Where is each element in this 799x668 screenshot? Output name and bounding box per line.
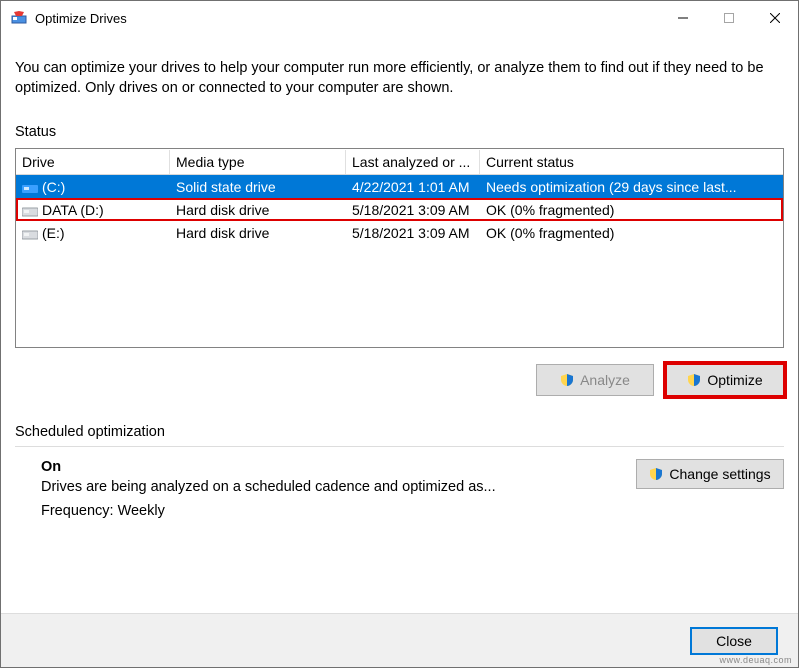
optimize-drives-window: { "titlebar": { "title": "Optimize Drive… — [0, 0, 799, 668]
analyze-button[interactable]: Analyze — [536, 364, 654, 396]
drive-name: (C:) — [42, 179, 65, 195]
close-window-button[interactable] — [752, 3, 798, 33]
drive-icon — [22, 204, 38, 216]
drive-row[interactable]: DATA (D:) Hard disk drive 5/18/2021 3:09… — [16, 198, 783, 221]
scheduled-line2: Frequency: Weekly — [41, 503, 636, 519]
minimize-button[interactable] — [660, 3, 706, 33]
header-media[interactable]: Media type — [170, 150, 346, 174]
change-settings-button[interactable]: Change settings — [636, 459, 784, 489]
change-settings-label: Change settings — [669, 466, 770, 482]
optimize-label: Optimize — [707, 372, 762, 388]
drive-list-header: Drive Media type Last analyzed or ... Cu… — [16, 149, 783, 175]
content-area: You can optimize your drives to help you… — [1, 35, 798, 535]
header-drive[interactable]: Drive — [16, 150, 170, 174]
scheduled-on: On — [41, 459, 636, 475]
drive-media: Solid state drive — [170, 177, 346, 197]
close-label: Close — [716, 633, 752, 649]
drive-analyzed: 5/18/2021 3:09 AM — [346, 200, 480, 220]
watermark: www.deuaq.com — [719, 655, 792, 665]
header-status[interactable]: Current status — [480, 150, 783, 174]
drive-status: Needs optimization (29 days since last..… — [480, 177, 783, 197]
drive-name: (E:) — [42, 225, 65, 241]
scheduled-body: On Drives are being analyzed on a schedu… — [15, 459, 784, 527]
scheduled-line1: Drives are being analyzed on a scheduled… — [41, 479, 636, 495]
drive-icon — [22, 227, 38, 239]
drive-row[interactable]: (C:) Solid state drive 4/22/2021 1:01 AM… — [16, 175, 783, 198]
status-label: Status — [15, 124, 784, 140]
window-title: Optimize Drives — [35, 11, 127, 26]
action-buttons: Analyze Optimize — [15, 364, 784, 396]
titlebar: Optimize Drives — [1, 1, 798, 35]
drive-media: Hard disk drive — [170, 223, 346, 243]
app-icon — [11, 10, 27, 26]
drive-analyzed: 4/22/2021 1:01 AM — [346, 177, 480, 197]
analyze-label: Analyze — [580, 372, 630, 388]
shield-icon — [560, 373, 574, 387]
separator — [15, 446, 784, 447]
description-text: You can optimize your drives to help you… — [15, 59, 784, 98]
drive-list: Drive Media type Last analyzed or ... Cu… — [15, 148, 784, 348]
drive-status: OK (0% fragmented) — [480, 223, 783, 243]
footer: Close — [1, 613, 798, 667]
drive-name: DATA (D:) — [42, 202, 104, 218]
drive-row[interactable]: (E:) Hard disk drive 5/18/2021 3:09 AM O… — [16, 221, 783, 244]
drive-status: OK (0% fragmented) — [480, 200, 783, 220]
drive-icon — [22, 181, 38, 193]
close-button[interactable]: Close — [690, 627, 778, 655]
maximize-button[interactable] — [706, 3, 752, 33]
optimize-button[interactable]: Optimize — [666, 364, 784, 396]
shield-icon — [649, 467, 663, 481]
drive-media: Hard disk drive — [170, 200, 346, 220]
shield-icon — [687, 373, 701, 387]
scheduled-label: Scheduled optimization — [15, 424, 784, 440]
header-analyzed[interactable]: Last analyzed or ... — [346, 150, 480, 174]
drive-analyzed: 5/18/2021 3:09 AM — [346, 223, 480, 243]
